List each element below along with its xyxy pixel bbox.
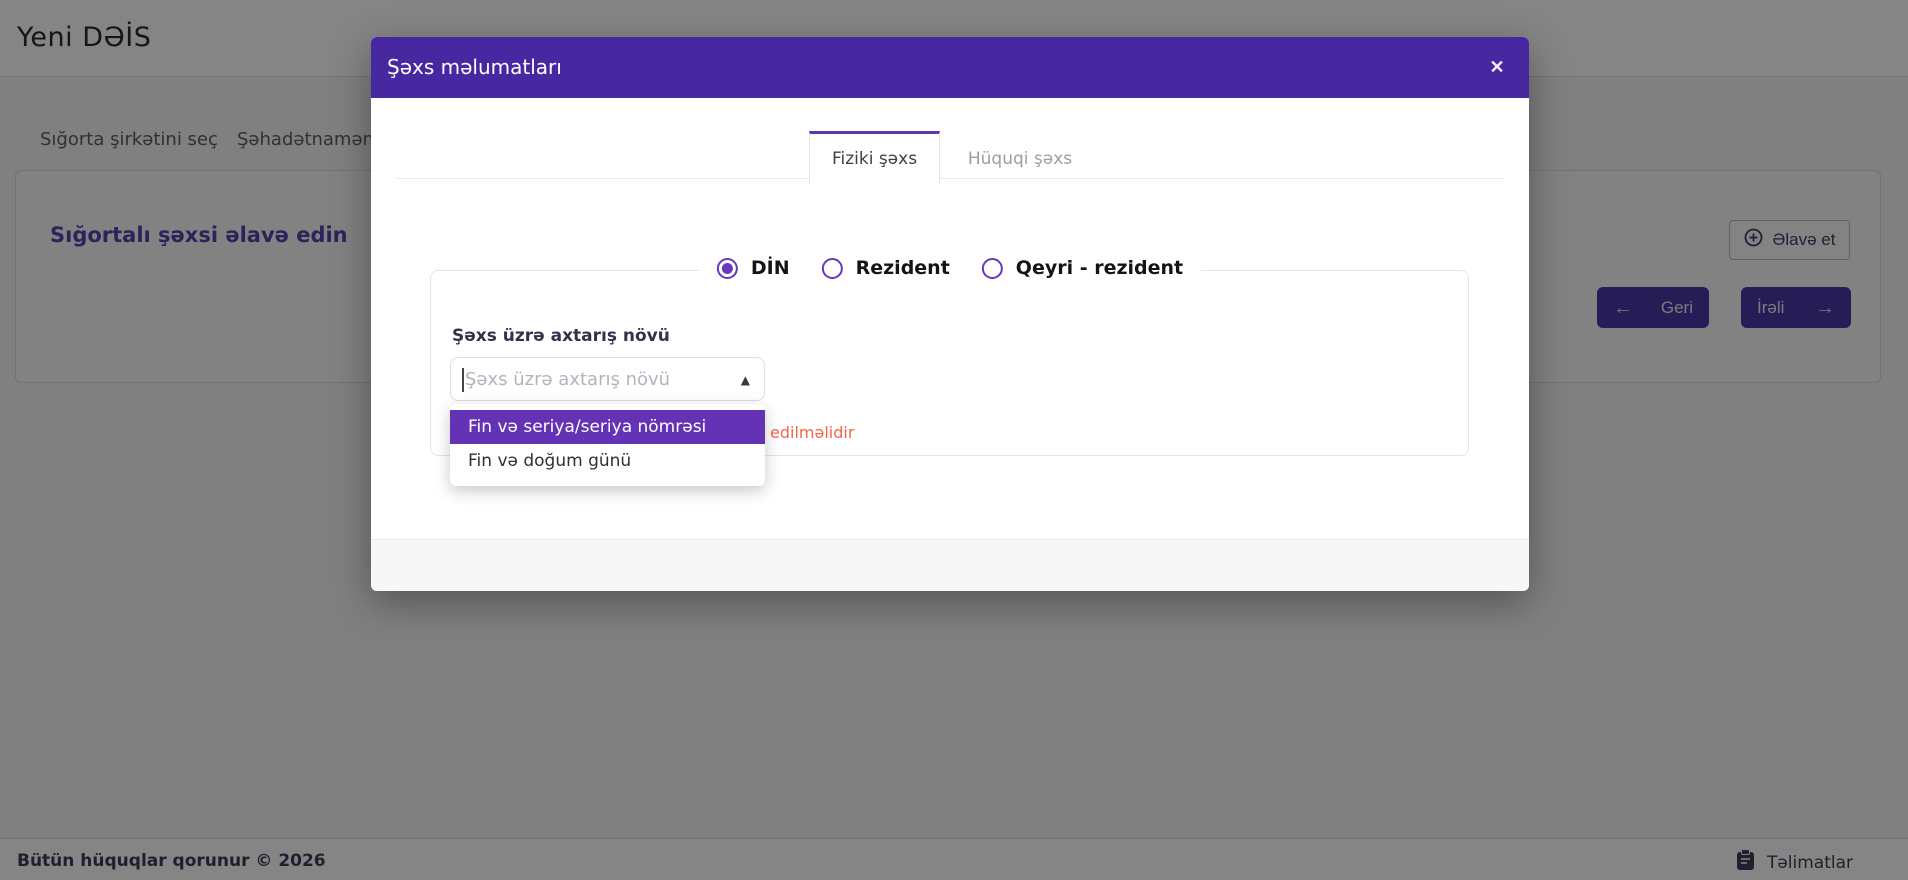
radio-din-label: DİN bbox=[751, 257, 790, 279]
tab-huquqi-sexs[interactable]: Hüquqi şəxs bbox=[940, 134, 1100, 184]
radio-rezident-label: Rezident bbox=[856, 257, 950, 279]
radio-circle-icon bbox=[822, 258, 843, 279]
person-type-radio-group: DİN Rezident Qeyri - rezident bbox=[699, 247, 1201, 289]
radio-rezident[interactable]: Rezident bbox=[822, 257, 950, 279]
modal-header: Şəxs məlumatları ✕ bbox=[371, 37, 1529, 98]
person-info-modal: Şəxs məlumatları ✕ Fiziki şəxs Hüquqi şə… bbox=[371, 37, 1529, 591]
text-cursor bbox=[462, 368, 464, 392]
radio-circle-icon bbox=[717, 258, 738, 279]
search-type-dropdown: Fin və seriya/seriya nömrəsi Fin və doğu… bbox=[450, 404, 765, 486]
dropdown-option-fin-seriya[interactable]: Fin və seriya/seriya nömrəsi bbox=[450, 410, 765, 444]
dropdown-option-fin-dogum[interactable]: Fin və doğum günü bbox=[450, 444, 765, 478]
tab-fiziki-sexs[interactable]: Fiziki şəxs bbox=[809, 131, 940, 184]
search-type-select[interactable]: ▲ bbox=[450, 357, 765, 401]
chevron-up-icon[interactable]: ▲ bbox=[741, 373, 750, 387]
modal-footer bbox=[371, 539, 1529, 591]
search-type-label: Şəxs üzrə axtarış növü bbox=[452, 326, 670, 346]
validation-error-text: edilməlidir bbox=[770, 423, 854, 442]
radio-qeyri-rezident-label: Qeyri - rezident bbox=[1016, 257, 1183, 279]
search-type-input[interactable] bbox=[465, 369, 715, 390]
close-icon[interactable]: ✕ bbox=[1481, 51, 1513, 83]
radio-qeyri-rezident[interactable]: Qeyri - rezident bbox=[982, 257, 1183, 279]
page: Yeni DƏİS Sığorta şirkətini seç Şəhadətn… bbox=[0, 0, 1908, 880]
radio-din[interactable]: DİN bbox=[717, 257, 790, 279]
modal-title: Şəxs məlumatları bbox=[387, 55, 562, 79]
radio-circle-icon bbox=[982, 258, 1003, 279]
